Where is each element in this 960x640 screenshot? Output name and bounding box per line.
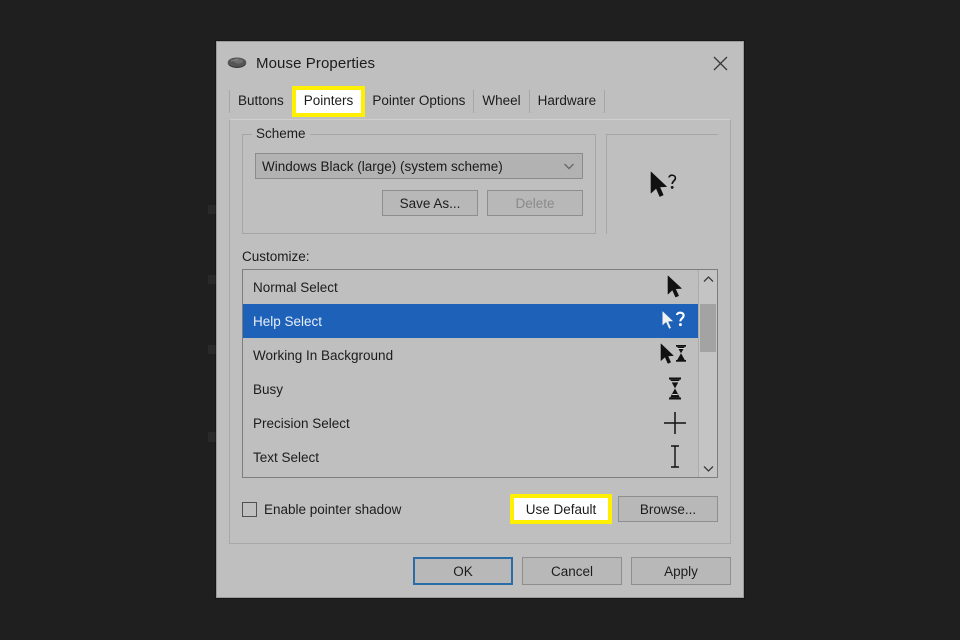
scheme-groupbox: Scheme Windows Black (large) (system sch… [242, 126, 596, 234]
use-default-label: Use Default [525, 501, 597, 517]
checkbox-label: Enable pointer shadow [264, 501, 402, 517]
list-item-text-select[interactable]: Text Select [243, 440, 698, 474]
chevron-down-icon [562, 159, 576, 173]
pointer-list-scrollbar[interactable] [698, 270, 717, 477]
pointer-list-items: Normal Select Help Select Working In Bac… [243, 270, 698, 477]
checkbox-box[interactable] [242, 501, 257, 517]
crosshair-cursor-icon [660, 411, 690, 435]
tab-wheel[interactable]: Wheel [474, 90, 530, 113]
mouse-icon [227, 56, 247, 70]
cancel-button[interactable]: Cancel [522, 557, 622, 585]
list-item-normal-select[interactable]: Normal Select [243, 270, 698, 304]
mouse-properties-dialog: Mouse Properties Buttons Pointers Pointe… [216, 41, 744, 598]
help-select-cursor-preview-icon [649, 171, 683, 208]
list-item-precision-select[interactable]: Precision Select [243, 406, 698, 440]
tab-hardware[interactable]: Hardware [530, 90, 606, 113]
scrollbar-track[interactable] [699, 288, 717, 459]
apply-label: Apply [664, 563, 698, 579]
scheme-combobox-value: Windows Black (large) (system scheme) [262, 158, 503, 174]
tab-pointers[interactable]: Pointers [295, 90, 362, 113]
tab-pointer-options[interactable]: Pointer Options [364, 90, 475, 113]
delete-label: Delete [515, 195, 555, 211]
arrow-hourglass-cursor-icon [660, 343, 690, 367]
arrow-cursor-icon [660, 275, 690, 299]
scheme-section: Scheme Windows Black (large) (system sch… [242, 126, 718, 234]
browse-label: Browse... [639, 501, 697, 517]
tab-label: Pointers [303, 93, 354, 108]
pointer-list[interactable]: Normal Select Help Select Working In Bac… [242, 269, 718, 478]
list-item-label: Help Select [253, 313, 323, 329]
enable-pointer-shadow-checkbox[interactable]: Enable pointer shadow [242, 501, 510, 517]
pointers-tab-panel: Scheme Windows Black (large) (system sch… [229, 119, 731, 544]
list-item-busy[interactable]: Busy [243, 372, 698, 406]
ok-label: OK [453, 563, 473, 579]
cursor-preview-pane [606, 134, 718, 234]
cancel-label: Cancel [550, 563, 594, 579]
scrollbar-thumb[interactable] [700, 304, 716, 352]
scrollbar-up-arrow-icon[interactable] [699, 270, 717, 288]
list-item-label: Busy [253, 381, 284, 397]
tab-label: Wheel [482, 93, 521, 108]
tab-label: Hardware [537, 93, 597, 108]
list-item-working-in-background[interactable]: Working In Background [243, 338, 698, 372]
use-default-highlight: Use Default [510, 494, 612, 524]
apply-button[interactable]: Apply [631, 557, 731, 585]
scheme-combobox[interactable]: Windows Black (large) (system scheme) [255, 153, 583, 179]
use-default-button[interactable]: Use Default [514, 498, 608, 520]
window-title: Mouse Properties [256, 54, 376, 72]
tab-label: Buttons [238, 93, 284, 108]
ibeam-cursor-icon [660, 444, 690, 470]
scheme-buttons: Save As... Delete [255, 190, 583, 216]
list-item-label: Text Select [253, 449, 320, 465]
save-as-button[interactable]: Save As... [382, 190, 478, 216]
hourglass-cursor-icon [660, 376, 690, 402]
customize-label: Customize: [242, 249, 310, 264]
browse-button[interactable]: Browse... [618, 496, 718, 522]
tab-label: Pointer Options [372, 93, 466, 108]
scheme-legend: Scheme [252, 126, 310, 141]
scrollbar-down-arrow-icon[interactable] [699, 459, 717, 477]
title-bar[interactable]: Mouse Properties [217, 42, 743, 84]
list-item-help-select[interactable]: Help Select [243, 304, 698, 338]
pointer-options-row: Enable pointer shadow Use Default Browse… [242, 494, 718, 524]
list-item-label: Precision Select [253, 415, 350, 431]
tab-strip: Buttons Pointers Pointer Options Wheel H… [229, 88, 743, 113]
list-item-label: Normal Select [253, 279, 338, 295]
delete-button: Delete [487, 190, 583, 216]
arrow-question-cursor-icon [660, 309, 690, 333]
save-as-label: Save As... [399, 195, 461, 211]
dialog-footer: OK Cancel Apply [217, 545, 743, 597]
ok-button[interactable]: OK [413, 557, 513, 585]
tab-buttons[interactable]: Buttons [229, 90, 293, 113]
list-item-label: Working In Background [253, 347, 394, 363]
close-icon[interactable] [697, 42, 743, 84]
